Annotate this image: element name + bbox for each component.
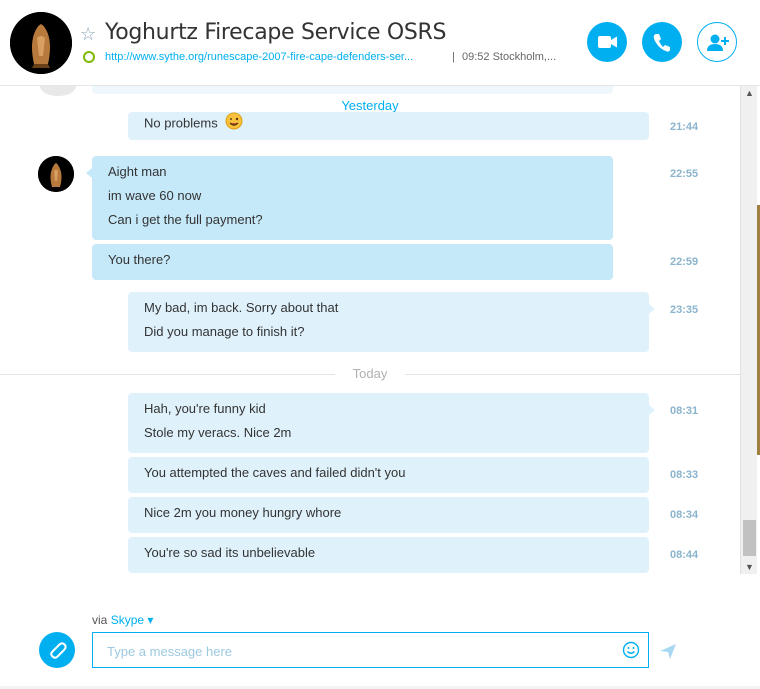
video-call-button[interactable]	[587, 22, 627, 62]
message-timestamp: 22:59	[670, 256, 699, 268]
message-bubble[interactable]: You attempted the caves and failed didn'…	[128, 457, 649, 493]
previous-message-bubble	[92, 86, 613, 94]
message-timestamp: 23:35	[670, 304, 699, 316]
contact-avatar[interactable]	[10, 12, 72, 74]
date-separator-label: Today	[335, 366, 405, 381]
conversation-header: ☆ Yoghurtz Firecape Service OSRS http://…	[0, 0, 760, 86]
bubble-tail	[649, 405, 655, 415]
message-timestamp: 08:44	[670, 549, 699, 561]
send-arrow-icon	[660, 644, 676, 659]
via-skype-line: via Skype ▾	[92, 613, 153, 627]
message-text: You're so sad its unbelievable	[144, 545, 316, 560]
message-bubble[interactable]: Aight man im wave 60 now Can i get the f…	[92, 156, 613, 240]
date-separator-today: Today	[0, 366, 740, 382]
wink-emoticon-icon	[225, 112, 243, 136]
message-text: Nice 2m you money hungry whore	[144, 505, 342, 520]
paperclip-icon	[50, 642, 67, 659]
message-timestamp: 22:55	[670, 168, 699, 180]
mood-message-link[interactable]: http://www.sythe.org/runescape-2007-fire…	[105, 51, 413, 63]
message-line: My bad, im back. Sorry about that	[144, 300, 339, 315]
audio-call-button[interactable]	[642, 22, 682, 62]
message-timestamp: 21:44	[670, 121, 699, 133]
message-bubble[interactable]: Hah, you're funny kid Stole my veracs. N…	[128, 393, 649, 453]
scroll-down-arrow-icon[interactable]: ▼	[741, 560, 758, 574]
contact-avatar-small[interactable]	[38, 156, 74, 192]
message-line: Hah, you're funny kid	[144, 401, 266, 416]
message-line: Aight man	[108, 164, 167, 179]
scroll-thumb[interactable]	[743, 520, 756, 556]
online-status-icon	[83, 51, 95, 63]
message-line: Did you manage to finish it?	[144, 324, 305, 339]
message-input-box[interactable]	[92, 632, 649, 668]
message-text: No problems	[144, 115, 218, 131]
video-camera-icon	[598, 36, 617, 48]
via-label: via	[92, 613, 108, 627]
header-separator: |	[452, 51, 455, 63]
attach-file-button[interactable]	[39, 632, 75, 668]
send-message-button[interactable]	[658, 641, 678, 661]
contact-name: Yoghurtz Firecape Service OSRS	[105, 20, 447, 45]
message-line: Stole my veracs. Nice 2m	[144, 425, 292, 440]
phone-icon	[653, 34, 670, 52]
message-text: You there?	[108, 252, 171, 267]
date-separator-yesterday: Yesterday	[341, 98, 399, 113]
message-bubble[interactable]: No problems	[128, 112, 649, 140]
message-bubble[interactable]: You're so sad its unbelievable	[128, 537, 649, 573]
message-timestamp: 08:33	[670, 469, 699, 481]
message-line: im wave 60 now	[108, 188, 202, 203]
smiley-icon	[622, 641, 640, 659]
message-timestamp: 08:31	[670, 405, 699, 417]
favorite-star-icon[interactable]: ☆	[80, 24, 96, 44]
add-people-button[interactable]	[697, 22, 737, 62]
emoticon-picker-button[interactable]	[622, 641, 640, 659]
message-bubble[interactable]: You there?	[92, 244, 613, 280]
chat-scrollbar[interactable]: ▲ ▼	[740, 86, 757, 574]
previous-avatar	[40, 86, 76, 96]
message-bubble[interactable]: Nice 2m you money hungry whore	[128, 497, 649, 533]
message-line: Can i get the full payment?	[108, 212, 263, 227]
message-bubble[interactable]: My bad, im back. Sorry about that Did yo…	[128, 292, 649, 352]
scroll-up-arrow-icon[interactable]: ▲	[741, 86, 758, 100]
message-text: You attempted the caves and failed didn'…	[144, 465, 406, 480]
add-person-icon	[707, 34, 729, 51]
message-input[interactable]	[107, 641, 607, 661]
conversation-history[interactable]: Yesterday No problems 21:44 Aight man im…	[0, 86, 740, 574]
via-skype-dropdown[interactable]: Skype ▾	[111, 613, 154, 627]
local-time-location: 09:52 Stockholm,...	[462, 51, 557, 63]
bubble-tail	[649, 304, 655, 314]
message-timestamp: 08:34	[670, 509, 699, 521]
